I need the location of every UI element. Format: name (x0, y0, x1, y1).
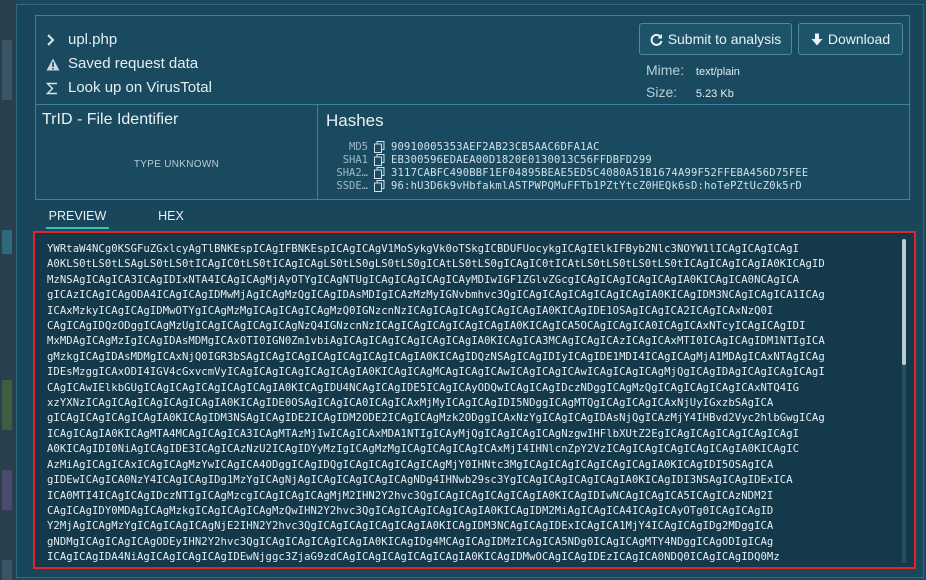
preview-line: AzMiAgICAgICAxICAgICAgMzYwICAgICA4ODggIC… (47, 458, 774, 471)
preview-line: MzNSAgICAgICA3ICAgIDIxNTA4ICAgICAgMjAyOT… (47, 273, 800, 286)
preview-content[interactable]: YWRtaW4NCg0KSGFuZGxlcyAgTlBNKEspICAgIFBN… (33, 231, 916, 569)
preview-line: Y2MjAgICAgMzYgICAgICAgICAgNjE2IHN2Y2hvc3… (47, 520, 774, 533)
preview-line: YWRtaW4NCg0KSGFuZGxlcyAgTlBNKEspICAgIFBN… (47, 243, 800, 255)
preview-line: ICAgICAgIDA4NiAgICAgICAgICAgIDEwNjggc3Zj… (47, 551, 780, 564)
sigma-icon (46, 82, 68, 95)
size-value: 5.23 Kb (695, 88, 734, 100)
preview-line: gNDMgICAgICAgICAgODEyIHN2Y2hvc3QgICAgICA… (47, 535, 774, 548)
hash-label: MD5 (349, 140, 368, 153)
copy-icon[interactable] (374, 179, 386, 192)
preview-line: gMzkgICAgIDAsMDMgICAxNjQ0IGR3bSAgICAgICA… (47, 350, 825, 363)
tab-hex[interactable]: HEX (156, 207, 186, 227)
mime-row: Mime: text/plain (646, 62, 740, 78)
preview-line: gIDEwICAgICA0NzY4ICAgICAgIDg1MzYgICAgNjA… (47, 474, 793, 487)
download-icon (811, 33, 823, 46)
saved-request-data-label: Saved request data (68, 55, 199, 72)
hash-value: 90910005353AEF2AB23CB5AAC6DFA1AC (391, 140, 600, 153)
hash-value: 96:hU3D6k9vHbfakmlASTPWPQMuFFTb1PZtYtcZ0… (391, 179, 802, 192)
virustotal-link[interactable]: Look up on VirusTotal (46, 76, 212, 100)
file-info-box: upl.php Saved request data Look up on Vi… (35, 15, 910, 200)
preview-line: xzYXNzICAgICAgICAgICAgICAgIA0KICAgIDE0OS… (47, 397, 774, 410)
preview-text-area: YWRtaW4NCg0KSGFuZGxlcyAgTlBNKEspICAgIFBN… (47, 242, 899, 564)
hash-label: SHA1 (342, 153, 368, 166)
preview-line: MxMDAgICAgMzIgICAgIDAsMDMgICAxOTI0IGN0Zm… (47, 335, 825, 348)
preview-line: gICAzICAgICAgODA4ICAgICAgIDMwMjAgICAgMzQ… (47, 289, 825, 302)
preview-line: CAgICAgIDY0MDAgICAgMzkgICAgICAgICAgMzQwI… (47, 504, 774, 517)
hash-row-sha1: SHA1 EB300596EDAEA00D1820E0130013C56FFDB… (326, 153, 808, 166)
column-divider (317, 104, 318, 200)
scrollbar-thumb[interactable] (902, 239, 906, 365)
submit-to-analysis-button[interactable]: Submit to analysis (639, 23, 792, 55)
size-label: Size: (646, 84, 678, 100)
download-button[interactable]: Download (798, 23, 903, 55)
refresh-icon (650, 33, 663, 46)
preview-line: A0KLS0tLS0tLSAgLS0tLS0tICAgIC0tLS0tICAgI… (47, 258, 825, 271)
size-row: Size: 5.23 Kb (646, 84, 734, 100)
section-divider (36, 104, 909, 105)
trid-title: TrID - File Identifier (42, 111, 179, 128)
hashes-list: MD5 90910005353AEF2AB23CB5AAC6DFA1AC SHA… (326, 140, 808, 192)
file-actions-list: upl.php Saved request data Look up on Vi… (46, 28, 212, 100)
preview-line: ICAxMzkyICAgICAgIDMwOTYgICAgMzMgICAgICAg… (47, 304, 774, 317)
preview-line: CAgICAgIDQzODggICAgMzUgICAgICAgICAgICAgN… (47, 320, 806, 333)
background-strip (0, 0, 16, 580)
mime-value: text/plain (695, 66, 740, 78)
hash-label: SSDE… (336, 179, 368, 192)
hash-row-sha256: SHA2… 3117CABFC490BBF1EF04895BEAE5ED5C40… (326, 166, 808, 179)
hash-value: EB300596EDAEA00D1820E0130013C56FFDBFD299 (391, 153, 652, 166)
download-label: Download (827, 31, 891, 47)
trid-type-text: TYPE UNKNOWN (133, 159, 220, 170)
tab-preview[interactable]: PREVIEW (46, 207, 109, 229)
copy-icon[interactable] (374, 166, 386, 179)
hashes-title: Hashes (326, 111, 384, 130)
hash-row-ssdeep: SSDE… 96:hU3D6k9vHbfakmlASTPWPQMuFFTb1PZ… (326, 179, 808, 192)
saved-request-data-link[interactable]: Saved request data (46, 52, 212, 76)
hash-label: SHA2… (336, 166, 368, 179)
file-details-panel: upl.php Saved request data Look up on Vi… (16, 4, 924, 578)
copy-icon[interactable] (374, 140, 386, 153)
copy-icon[interactable] (374, 153, 386, 166)
preview-line: IDEsMzggICAxODI4IGV4cGxvcmVyICAgICAgICAg… (47, 366, 825, 379)
preview-line: gICAgICAgICAgICAgIA0KICAgIDM3NSAgICAgIDE… (47, 412, 825, 425)
preview-line: A0KICAgIDI0NiAgICAgIDE3ICAgICAzNzU2ICAgI… (47, 443, 800, 456)
virustotal-label: Look up on VirusTotal (68, 79, 212, 96)
preview-line: ICAgICAgIA0KICAgMTA4MCAgICAgICA3ICAgMTAz… (47, 427, 800, 440)
hash-value: 3117CABFC490BBF1EF04895BEAE5ED5C4080A51B… (391, 166, 809, 179)
hash-row-md5: MD5 90910005353AEF2AB23CB5AAC6DFA1AC (326, 140, 808, 153)
preview-line: ICA0MTI4ICAgICAgIDczNTIgICAgMzcgICAgICAg… (47, 489, 774, 502)
vertical-scrollbar[interactable] (902, 239, 906, 563)
submit-to-analysis-label: Submit to analysis (667, 31, 782, 47)
mime-label: Mime: (646, 62, 685, 78)
file-name: upl.php (68, 31, 118, 48)
warning-icon (46, 58, 68, 71)
preview-line: CAgICAwIElkbGUgICAgICAgICAgICAgICAgIA0KI… (47, 381, 800, 394)
file-name-row[interactable]: upl.php (46, 28, 212, 52)
chevron-right-icon (46, 34, 68, 46)
